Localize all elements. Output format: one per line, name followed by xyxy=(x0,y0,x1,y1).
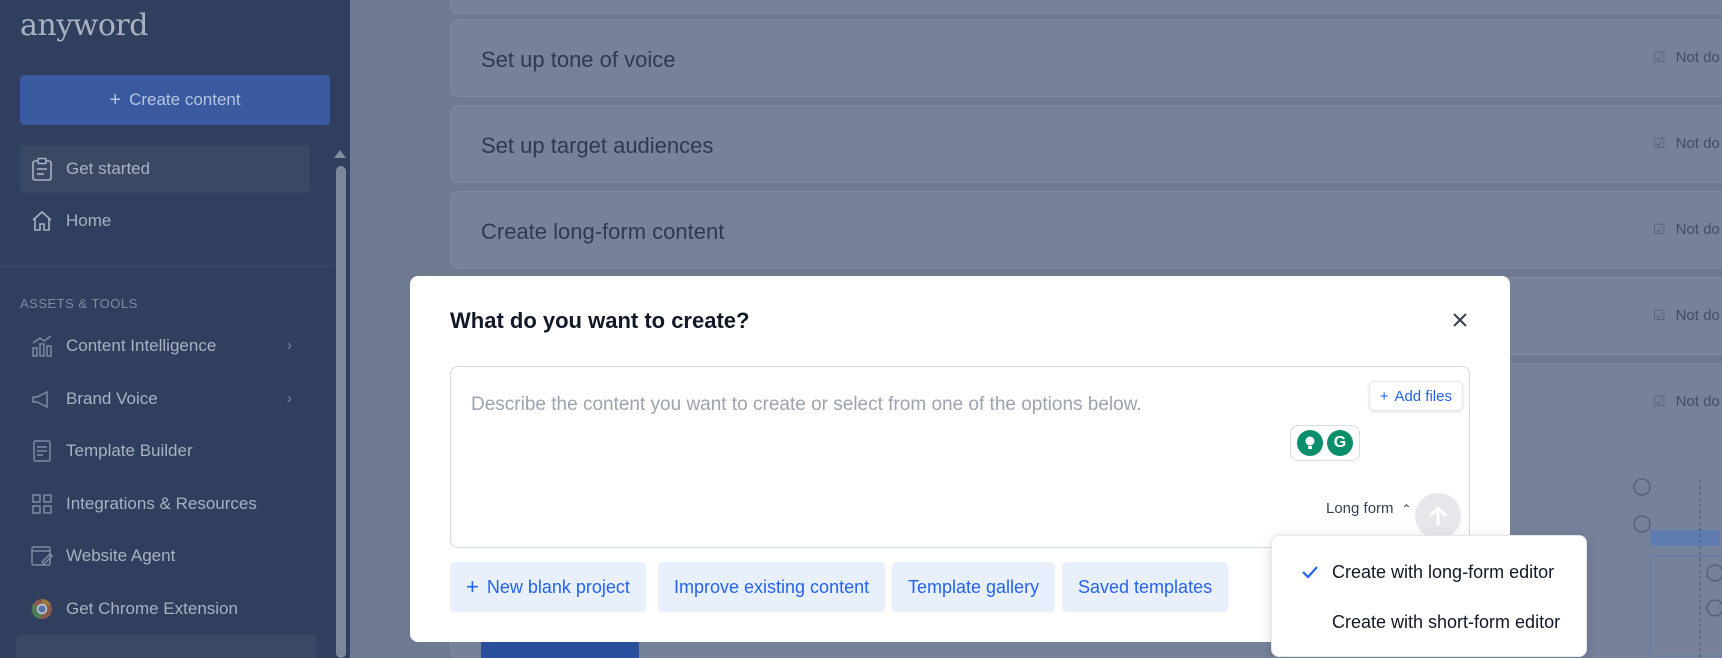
sidebar-item-chrome-extension[interactable]: Get Chrome Extension xyxy=(20,585,310,633)
create-content-button[interactable]: + Create content xyxy=(20,75,330,125)
chip-label: Saved templates xyxy=(1078,576,1213,597)
modal-title: What do you want to create? xyxy=(450,308,750,333)
dropdown-option-long-form[interactable]: Create with long-form editor xyxy=(1272,548,1588,596)
arrow-up-icon xyxy=(1429,506,1447,526)
option-label: Create with short-form editor xyxy=(1332,611,1561,632)
chip-label: New blank project xyxy=(486,576,630,597)
chrome-icon xyxy=(30,597,54,621)
check-icon: ☑ xyxy=(1653,307,1666,323)
sidebar-item-brand-voice[interactable]: Brand Voice › xyxy=(20,375,310,423)
sidebar-item-label: Template Builder xyxy=(66,441,193,460)
section-label: ASSETS & TOOLS xyxy=(20,296,138,311)
add-files-button[interactable]: + Add files xyxy=(1368,381,1463,411)
prompt-input[interactable] xyxy=(471,385,1331,425)
chip-label: Improve existing content xyxy=(674,576,870,597)
task-status: ☑ Not do xyxy=(1653,393,1720,410)
plus-icon: + xyxy=(466,574,479,599)
send-button[interactable] xyxy=(1415,493,1461,539)
task-status: ☑ Not do xyxy=(1653,221,1720,238)
clipboard-icon xyxy=(30,157,54,181)
form-type-select[interactable]: Long form ⌃ xyxy=(1326,500,1412,517)
megaphone-icon xyxy=(30,387,54,411)
task-title: Set up tone of voice xyxy=(481,47,676,72)
sidebar-item-label: Brand Voice xyxy=(66,389,158,408)
template-gallery-button[interactable]: Template gallery xyxy=(892,562,1056,612)
chevron-up-icon: ⌃ xyxy=(1401,501,1412,516)
task-status: ☑ Not do xyxy=(1653,135,1720,152)
check-icon xyxy=(1302,564,1318,580)
dropdown-option-short-form[interactable]: Create with short-form editor xyxy=(1272,598,1588,646)
sidebar-item-get-started[interactable]: Get started xyxy=(20,145,310,193)
option-label: Create with long-form editor xyxy=(1332,561,1555,582)
sidebar-item-integrations[interactable]: Integrations & Resources xyxy=(20,480,310,528)
sidebar-item-label: Get started xyxy=(66,159,151,178)
improve-existing-content-button[interactable]: Improve existing content xyxy=(658,562,886,612)
task-title: Set up target audiences xyxy=(481,133,714,158)
check-icon: ☑ xyxy=(1653,221,1666,237)
scroll-up-arrow-icon[interactable] xyxy=(334,150,346,158)
sidebar-item-label: Content Intelligence xyxy=(66,336,217,355)
sidebar-item-template-builder[interactable]: Template Builder xyxy=(20,427,310,475)
sidebar-bottom-item[interactable] xyxy=(16,634,316,658)
task-status: ☑ Not do xyxy=(1653,49,1720,66)
app-logo[interactable]: anyword xyxy=(20,8,148,43)
plus-icon: + xyxy=(109,88,122,111)
chip-label: Template gallery xyxy=(908,576,1040,597)
sidebar-item-home[interactable]: Home xyxy=(20,197,310,245)
sidebar-item-content-intelligence[interactable]: Content Intelligence › xyxy=(20,322,310,370)
create-content-label: Create content xyxy=(129,90,241,109)
chevron-right-icon: › xyxy=(286,390,292,407)
plus-icon: + xyxy=(1379,387,1389,405)
sidebar-scrollbar[interactable] xyxy=(336,166,346,658)
website-agent-icon xyxy=(30,544,54,568)
add-files-label: Add files xyxy=(1394,387,1452,405)
task-status: ☑ Not do xyxy=(1653,307,1720,324)
lightbulb-icon xyxy=(1297,430,1323,456)
task-card[interactable]: Set up tone of voice ☑ Not do xyxy=(450,19,1722,97)
grid-icon xyxy=(30,492,54,516)
grammarly-widget[interactable]: G xyxy=(1290,425,1360,461)
sidebar-divider xyxy=(0,265,335,266)
close-icon[interactable] xyxy=(1448,308,1472,332)
saved-templates-button[interactable]: Saved templates xyxy=(1062,562,1229,612)
sidebar-item-label: Get Chrome Extension xyxy=(66,599,238,618)
sidebar-item-website-agent[interactable]: Website Agent xyxy=(20,532,310,580)
task-card[interactable]: Create long-form content ☑ Not do xyxy=(450,191,1722,269)
check-icon: ☑ xyxy=(1653,49,1666,65)
task-card[interactable]: Set up target audiences ☑ Not do xyxy=(450,105,1722,183)
sidebar: anyword + Create content Get started Hom… xyxy=(0,0,350,658)
sidebar-item-label: Home xyxy=(66,211,112,230)
check-icon: ☑ xyxy=(1653,135,1666,151)
task-card-partial xyxy=(450,0,1722,14)
new-blank-project-button[interactable]: + New blank project xyxy=(450,562,646,612)
grammarly-icon: G xyxy=(1327,430,1353,456)
form-type-dropdown: Create with long-form editor Create with… xyxy=(1271,535,1587,657)
sidebar-item-label: Website Agent xyxy=(66,546,176,565)
sidebar-item-label: Integrations & Resources xyxy=(66,494,257,513)
task-title: Create long-form content xyxy=(481,219,725,244)
check-icon: ☑ xyxy=(1653,393,1666,409)
chevron-right-icon: › xyxy=(286,337,292,354)
form-type-label: Long form xyxy=(1326,500,1394,517)
prompt-box: + Add files G Long form ⌃ xyxy=(450,366,1470,548)
home-icon xyxy=(30,209,54,233)
template-icon xyxy=(30,439,54,463)
chart-icon xyxy=(30,334,54,358)
